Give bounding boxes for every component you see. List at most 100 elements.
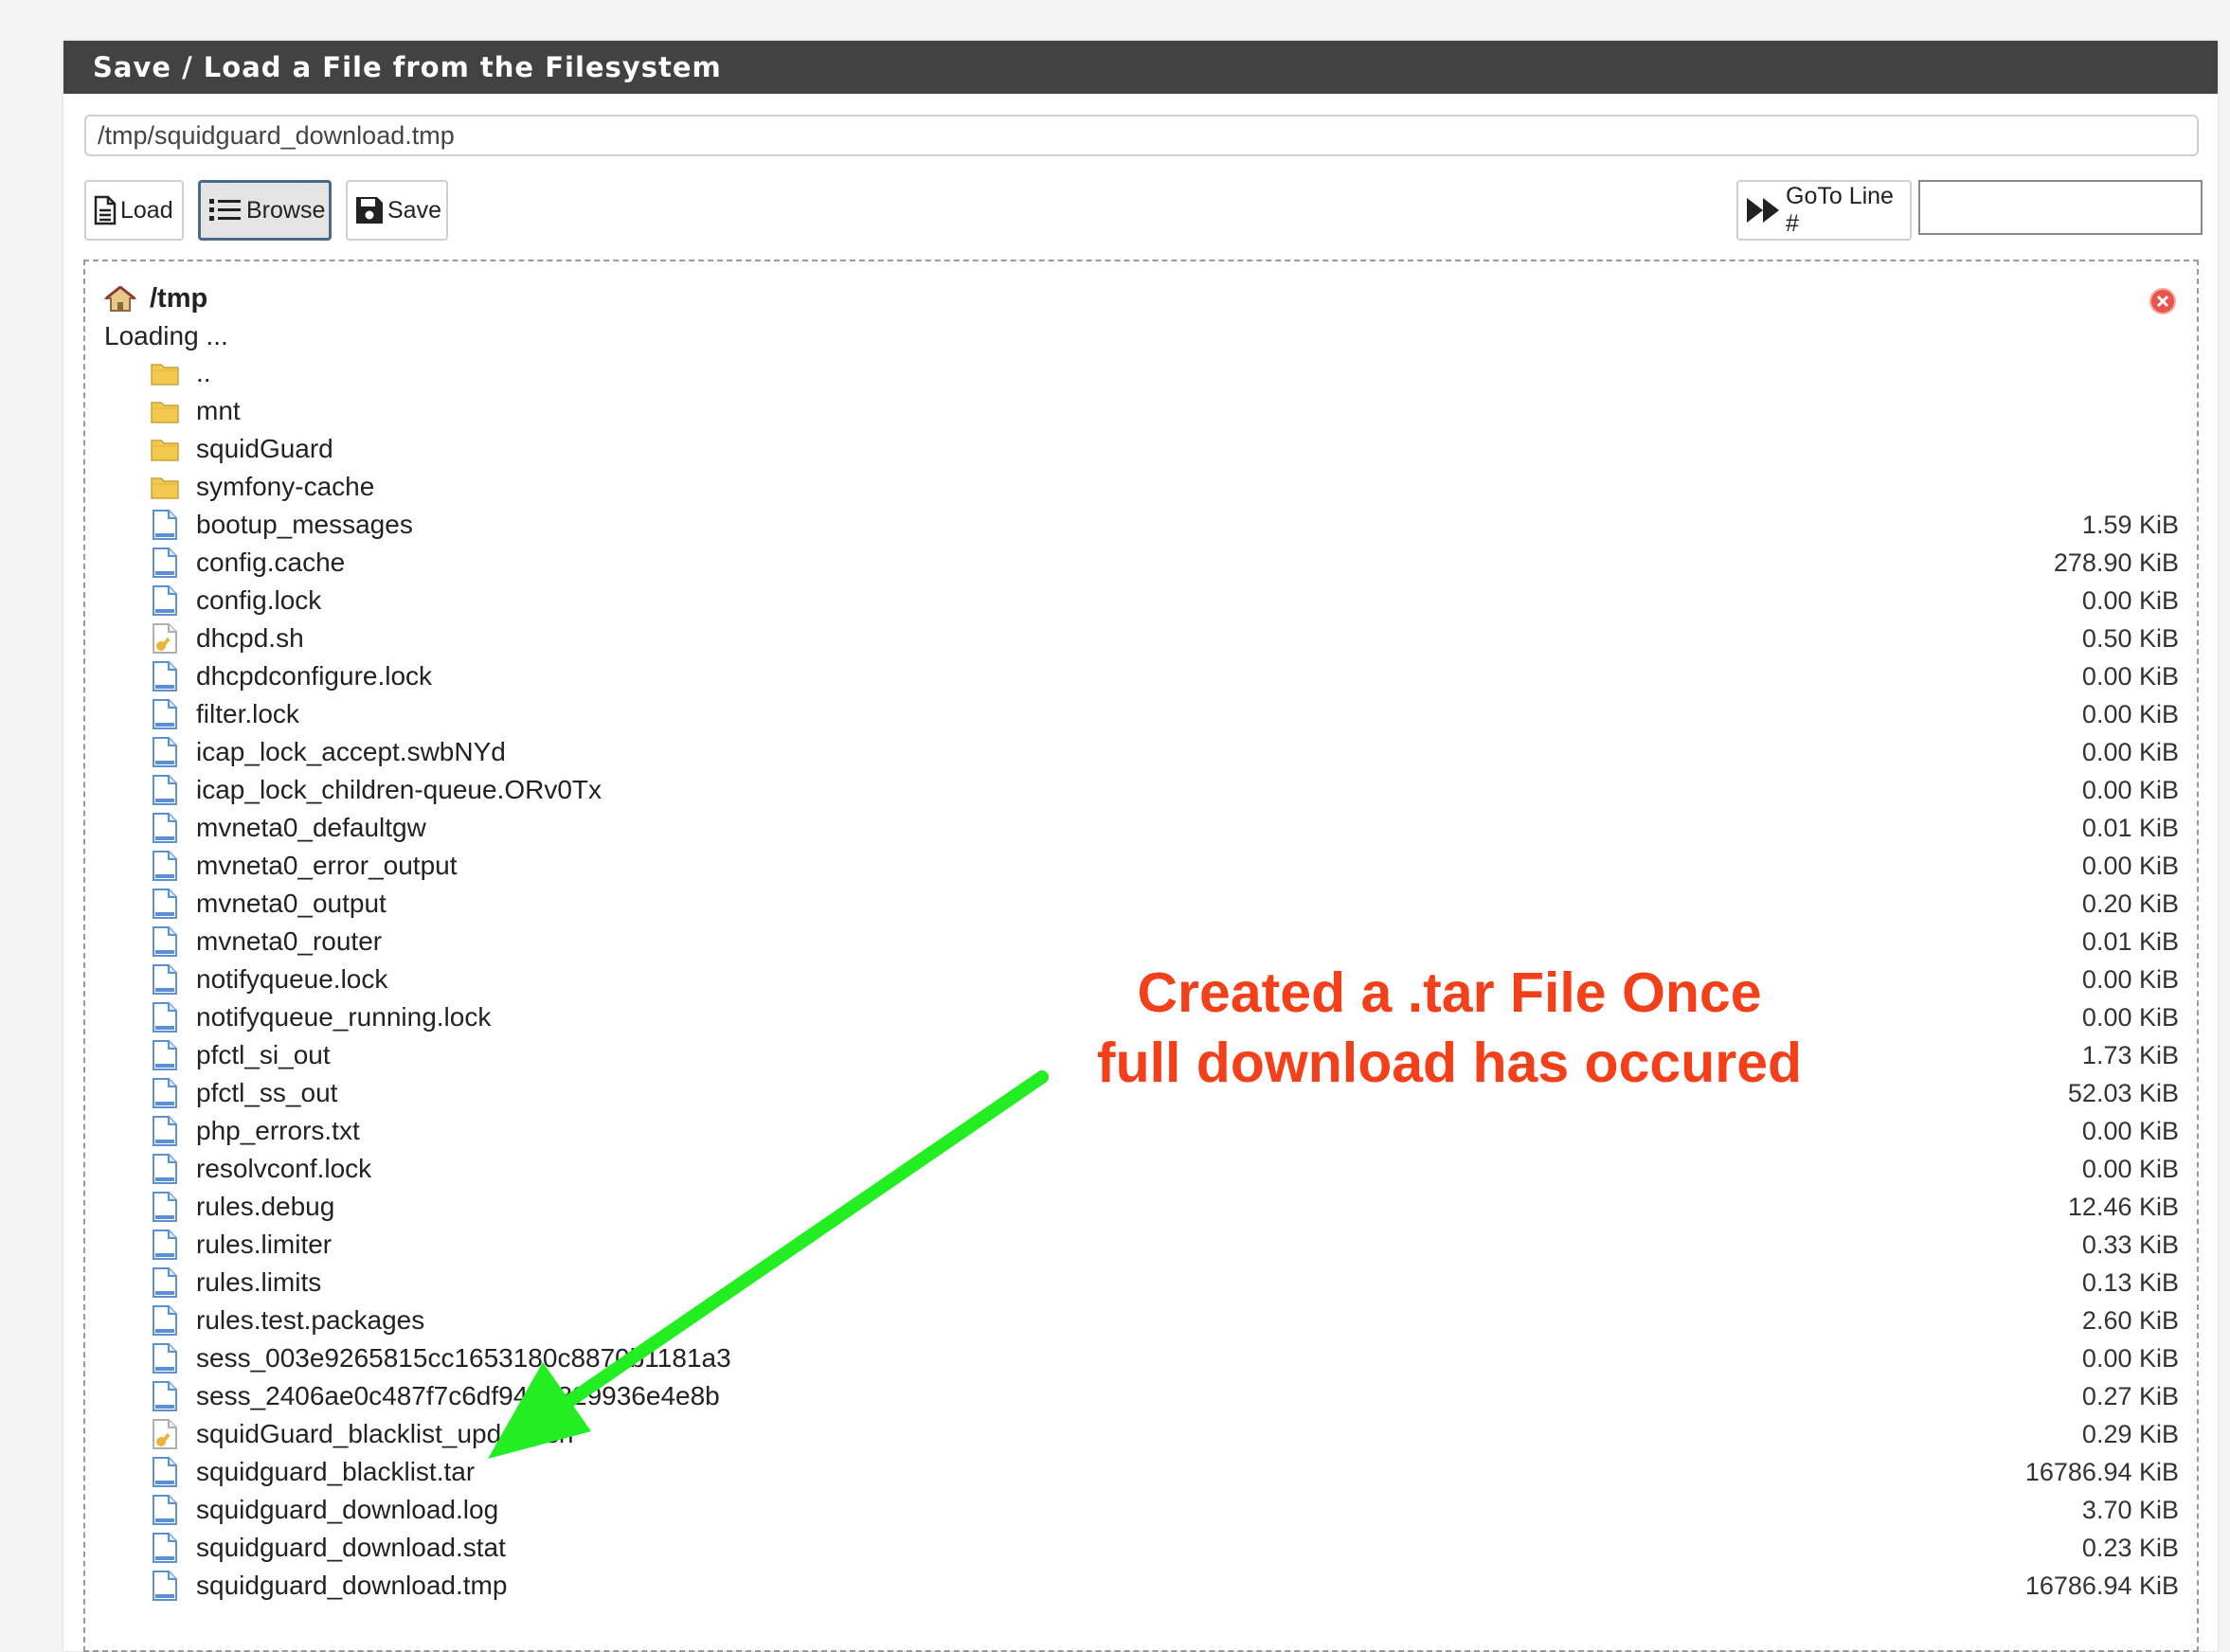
browse-button-label: Browse — [246, 196, 326, 224]
file-name: php_errors.txt — [196, 1116, 360, 1145]
folder-item[interactable]: squidGuard — [151, 430, 2179, 468]
file-icon — [153, 1343, 177, 1374]
file-item[interactable]: sess_2406ae0c487f7c6df947a829936e4e8b 0.2… — [151, 1377, 2179, 1415]
file-name: .. — [196, 358, 211, 387]
file-size: 0.29 KiB — [2081, 1419, 2179, 1448]
file-item[interactable]: rules.limiter 0.33 KiB — [151, 1226, 2179, 1264]
file-size: 0.27 KiB — [2081, 1381, 2179, 1410]
file-size: 16786.94 KiB — [2024, 1457, 2179, 1486]
load-button[interactable]: Load — [84, 180, 184, 241]
file-size: 0.50 KiB — [2081, 623, 2179, 653]
folder-item[interactable]: mnt — [151, 392, 2179, 430]
goto-line-input[interactable] — [1918, 180, 2203, 235]
file-browser: /tmp Loading ... .. mnt squidGuard symfony-… — [83, 260, 2199, 1652]
file-size: 0.00 KiB — [2081, 699, 2179, 728]
file-size: 0.00 KiB — [2081, 1002, 2179, 1032]
file-icon — [153, 1154, 177, 1184]
file-item[interactable]: squidguard_blacklist.tar 16786.94 KiB — [151, 1453, 2179, 1491]
goto-line-label: GoTo Line # — [1786, 183, 1894, 237]
file-size: 0.20 KiB — [2081, 889, 2179, 918]
file-size: 0.00 KiB — [2081, 1154, 2179, 1183]
file-item[interactable]: dhcpd.sh 0.50 KiB — [151, 620, 2179, 657]
file-item[interactable]: icap_lock_children-queue.ORv0Tx 0.00 KiB — [151, 771, 2179, 809]
file-icon — [153, 889, 177, 919]
file-size: 0.00 KiB — [2081, 661, 2179, 691]
file-icon — [153, 775, 177, 805]
file-item[interactable]: dhcpdconfigure.lock 0.00 KiB — [151, 657, 2179, 695]
file-icon — [153, 737, 177, 767]
file-icon — [153, 1040, 177, 1070]
current-directory-label: /tmp — [150, 282, 208, 314]
goto-line-button[interactable]: GoTo Line # — [1736, 180, 1912, 241]
file-item[interactable]: config.lock 0.00 KiB — [151, 582, 2179, 620]
file-icon — [153, 699, 177, 729]
file-icon — [153, 585, 177, 616]
file-size: 0.00 KiB — [2081, 585, 2179, 615]
file-item[interactable]: bootup_messages 1.59 KiB — [151, 506, 2179, 544]
file-item[interactable]: mvneta0_error_output 0.00 KiB — [151, 847, 2179, 885]
file-item[interactable]: rules.debug 12.46 KiB — [151, 1188, 2179, 1226]
file-size: 278.90 KiB — [2053, 548, 2179, 577]
file-icon — [153, 661, 177, 691]
save-button[interactable]: Save — [346, 180, 448, 241]
script-file-icon — [153, 623, 177, 654]
file-path-input[interactable] — [84, 115, 2199, 156]
file-icon — [153, 510, 177, 540]
home-icon — [104, 285, 136, 312]
file-icon — [153, 964, 177, 995]
file-name: dhcpd.sh — [196, 623, 304, 653]
folder-item[interactable]: .. — [151, 354, 2179, 392]
file-icon — [153, 813, 177, 843]
browse-button[interactable]: Browse — [198, 180, 332, 241]
file-item[interactable]: squidGuard_blacklist_update.sh 0.29 KiB — [151, 1415, 2179, 1453]
file-name: filter.lock — [196, 699, 299, 728]
file-name: mnt — [196, 396, 241, 425]
file-item[interactable]: filter.lock 0.00 KiB — [151, 695, 2179, 733]
file-item[interactable]: sess_003e9265815cc1653180c8870b1181a3 0.0… — [151, 1339, 2179, 1377]
file-item[interactable]: mvneta0_defaultgw 0.01 KiB — [151, 809, 2179, 847]
file-icon — [153, 1381, 177, 1411]
folder-icon — [151, 440, 179, 461]
file-name: mvneta0_output — [196, 889, 387, 918]
file-item[interactable]: rules.limits 0.13 KiB — [151, 1264, 2179, 1302]
file-item[interactable]: rules.test.packages 2.60 KiB — [151, 1302, 2179, 1339]
file-item[interactable]: squidguard_download.log 3.70 KiB — [151, 1491, 2179, 1529]
annotation-line-2: full download has occured — [1096, 1032, 1803, 1094]
file-size: 0.00 KiB — [2081, 1343, 2179, 1373]
file-name: rules.limits — [196, 1267, 322, 1297]
file-name: sess_003e9265815cc1653180c8870b1181a3 — [196, 1343, 731, 1373]
folder-icon — [151, 402, 179, 423]
file-size: 0.33 KiB — [2081, 1230, 2179, 1259]
file-size: 12.46 KiB — [2067, 1192, 2179, 1221]
file-size: 52.03 KiB — [2067, 1078, 2179, 1107]
file-item[interactable]: mvneta0_router 0.01 KiB — [151, 923, 2179, 961]
load-button-label: Load — [120, 196, 173, 224]
file-size: 2.60 KiB — [2081, 1305, 2179, 1335]
file-name: config.lock — [196, 585, 322, 615]
list-icon — [209, 199, 241, 221]
annotation-line-1: Created a .tar File Once — [1137, 961, 1762, 1024]
file-name: rules.test.packages — [196, 1305, 425, 1335]
file-item[interactable]: mvneta0_output 0.20 KiB — [151, 885, 2179, 923]
folder-item[interactable]: symfony-cache — [151, 468, 2179, 506]
file-icon — [153, 548, 177, 578]
file-size: 1.73 KiB — [2081, 1040, 2179, 1069]
file-name: dhcpdconfigure.lock — [196, 661, 433, 691]
file-size: 0.00 KiB — [2081, 851, 2179, 880]
file-item[interactable]: php_errors.txt 0.00 KiB — [151, 1112, 2179, 1150]
file-item[interactable]: squidguard_download.tmp 16786.94 KiB — [151, 1567, 2179, 1605]
panel-title: Save / Load a File from the Filesystem — [63, 41, 2218, 94]
file-icon — [153, 1078, 177, 1108]
file-size: 0.00 KiB — [2081, 964, 2179, 994]
save-button-label: Save — [387, 196, 441, 224]
file-name: squidGuard — [196, 434, 333, 463]
current-directory[interactable]: /tmp — [104, 281, 207, 315]
file-item[interactable]: squidguard_download.stat 0.23 KiB — [151, 1529, 2179, 1567]
file-size: 0.13 KiB — [2081, 1267, 2179, 1297]
file-item[interactable]: resolvconf.lock 0.00 KiB — [151, 1150, 2179, 1188]
file-name: bootup_messages — [196, 510, 413, 539]
file-item[interactable]: config.cache 278.90 KiB — [151, 544, 2179, 582]
file-icon — [153, 926, 177, 957]
close-icon[interactable] — [2149, 287, 2177, 315]
file-item[interactable]: icap_lock_accept.swbNYd 0.00 KiB — [151, 733, 2179, 771]
